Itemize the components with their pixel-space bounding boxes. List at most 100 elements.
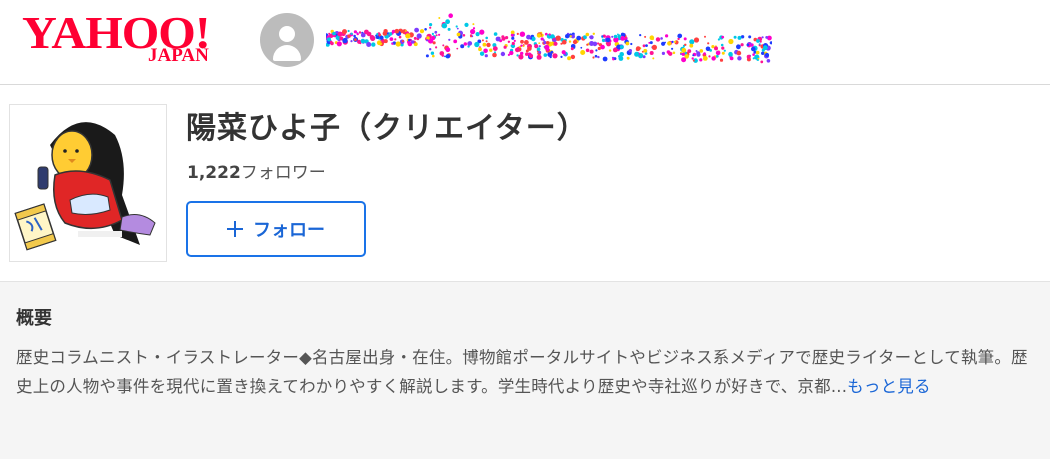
banner-dot — [617, 33, 619, 36]
banner-dot — [721, 46, 725, 50]
banner-dot — [649, 35, 655, 40]
show-more-link[interactable]: もっと見る — [847, 377, 931, 396]
banner-dot — [448, 38, 451, 41]
banner-dot — [485, 40, 488, 43]
banner-dot — [430, 51, 435, 55]
banner-dot — [720, 43, 724, 47]
banner-dot — [332, 31, 336, 36]
profile-section: 陽菜ひよ子（クリエイター） 1,222フォロワー フォロー — [0, 85, 1050, 282]
banner-dot — [516, 32, 519, 35]
banner-dot — [570, 54, 576, 60]
banner-dot — [510, 30, 515, 35]
banner-dot — [445, 19, 450, 25]
overview-description: 歴史コラムニスト・イラストレーター◆名古屋出身・在住。博物館ポータルサイトやビジ… — [16, 343, 1036, 401]
banner-dot — [758, 44, 761, 47]
banner-dot — [470, 29, 476, 35]
banner-dot — [484, 54, 488, 58]
banner-dot — [626, 56, 630, 60]
yahoo-japan-logo[interactable]: YAHOO! JAPAN — [22, 8, 232, 68]
banner-dot — [652, 57, 655, 60]
banner-dot — [482, 42, 487, 47]
banner-dot — [350, 32, 353, 35]
banner-dot — [406, 41, 409, 43]
banner-dot — [671, 47, 674, 50]
banner-dot — [769, 41, 772, 45]
user-avatar-icon[interactable] — [260, 13, 314, 67]
banner-dot — [353, 34, 356, 38]
banner-dot — [360, 38, 366, 44]
banner-dot — [353, 30, 357, 34]
follower-count: 1,222フォロワー — [187, 161, 326, 185]
banner-dot — [542, 39, 545, 42]
banner-dot — [625, 41, 630, 46]
banner-dot — [630, 42, 633, 46]
banner-dot — [721, 35, 725, 39]
banner-dot — [376, 33, 379, 36]
banner-dot — [545, 41, 550, 45]
banner-dot — [370, 35, 376, 41]
banner-dot — [693, 37, 700, 43]
banner-dot — [711, 45, 715, 49]
banner-dot — [356, 32, 359, 36]
banner-dot — [475, 32, 480, 37]
creator-name: 陽菜ひよ子（クリエイター） — [186, 111, 588, 146]
banner-dot — [671, 40, 674, 44]
banner-dot — [552, 38, 555, 40]
banner-dot — [501, 35, 505, 39]
banner-dot — [667, 52, 671, 55]
banner-dot — [408, 38, 411, 42]
banner-dot — [445, 47, 451, 53]
banner-dot — [689, 39, 695, 45]
banner-dot — [714, 46, 718, 51]
banner-dot — [715, 50, 721, 56]
banner-dot — [375, 35, 380, 39]
banner-dot — [594, 54, 598, 58]
banner-dot — [600, 44, 605, 50]
banner-dot — [728, 38, 734, 45]
banner-dot — [728, 51, 733, 57]
banner-dot — [643, 48, 648, 53]
overview-section: 概要 歴史コラムニスト・イラストレーター◆名古屋出身・在住。博物館ポータルサイト… — [0, 281, 1050, 459]
creator-profile-image — [9, 104, 167, 262]
banner-dot — [483, 48, 488, 54]
banner-dot — [442, 44, 445, 47]
banner-dot — [681, 47, 687, 53]
banner-dot — [733, 35, 737, 39]
banner-dot — [619, 45, 624, 49]
banner-dot — [507, 53, 510, 57]
banner-dot — [455, 25, 458, 28]
banner-dot — [597, 55, 600, 59]
banner-dot — [692, 54, 695, 57]
banner-dot — [651, 44, 657, 51]
banner-dot — [500, 51, 506, 57]
banner-dot — [597, 46, 601, 51]
banner-dot — [672, 51, 676, 55]
banner-dot — [394, 28, 400, 34]
banner-dot — [612, 47, 618, 53]
banner-dot — [342, 29, 347, 35]
banner-dot — [766, 59, 771, 63]
banner-dot — [432, 54, 435, 58]
banner-dot — [553, 41, 558, 46]
banner-dot — [336, 41, 342, 47]
banner-dot — [445, 54, 451, 59]
banner-dot — [583, 35, 587, 39]
banner-dot — [379, 35, 384, 40]
banner-dot — [485, 36, 488, 40]
banner-dot — [398, 35, 402, 39]
banner-dot — [642, 44, 646, 48]
banner-dot — [394, 38, 397, 41]
banner-dot — [405, 33, 411, 39]
banner-dot — [580, 50, 586, 55]
banner-dot — [589, 41, 595, 46]
banner-dot — [611, 35, 614, 38]
banner-dot — [761, 51, 765, 55]
banner-dot — [570, 47, 574, 51]
banner-dot — [737, 56, 742, 61]
banner-dot — [667, 41, 672, 46]
banner-dot — [474, 41, 480, 48]
banner-dot — [447, 27, 451, 31]
banner-dot — [717, 38, 720, 41]
follow-button[interactable]: フォロー — [186, 201, 366, 257]
banner-dot — [470, 35, 472, 38]
